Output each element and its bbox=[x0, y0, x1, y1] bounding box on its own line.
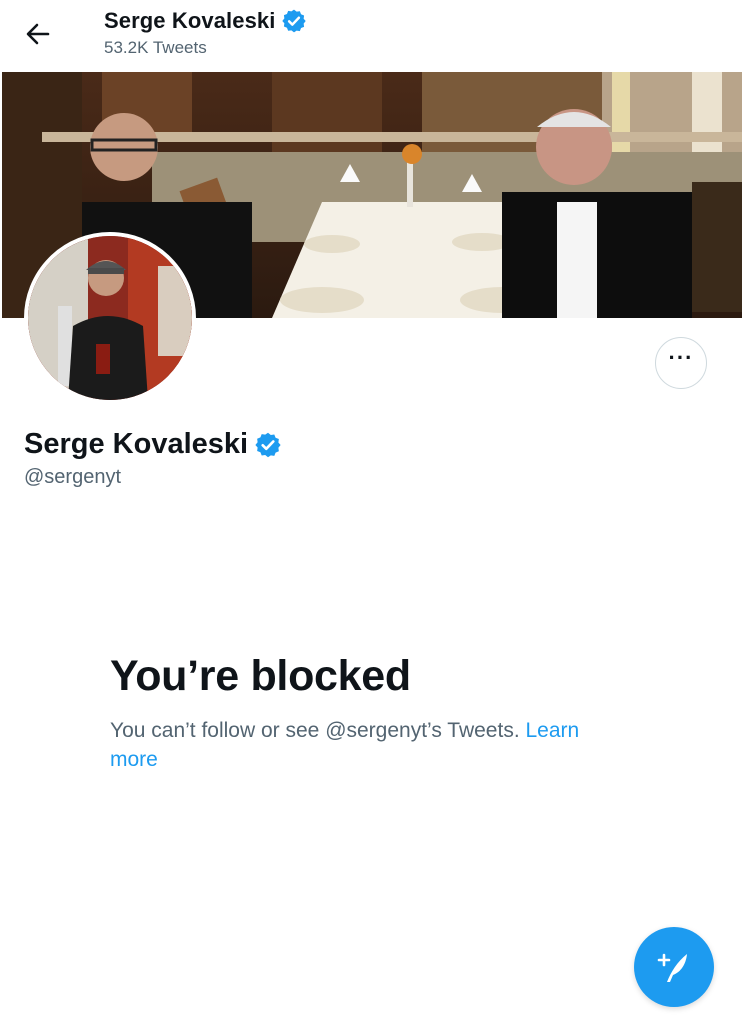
compose-tweet-button[interactable] bbox=[634, 927, 714, 1007]
verified-badge-icon bbox=[282, 9, 307, 33]
blocked-description: You can’t follow or see @sergenyt’s Twee… bbox=[110, 716, 610, 774]
more-options-icon: ··· bbox=[668, 345, 694, 370]
avatar-photo bbox=[28, 236, 192, 400]
blocked-title: You’re blocked bbox=[110, 652, 411, 700]
profile-name-row: Serge Kovaleski bbox=[24, 428, 282, 461]
compose-tweet-icon bbox=[657, 953, 687, 982]
more-options-button[interactable]: ··· bbox=[655, 337, 707, 389]
profile-avatar[interactable] bbox=[24, 232, 196, 404]
back-button[interactable] bbox=[18, 14, 58, 54]
header-name: Serge Kovaleski bbox=[104, 8, 276, 33]
profile-handle: @sergenyt bbox=[24, 466, 122, 488]
blocked-description-text: You can’t follow or see @sergenyt’s Twee… bbox=[110, 719, 520, 742]
top-header: Serge Kovaleski 53.2K Tweets bbox=[0, 0, 744, 72]
tweet-count: 53.2K Tweets bbox=[104, 38, 207, 57]
header-title-row: Serge Kovaleski bbox=[104, 6, 307, 36]
arrow-left-icon bbox=[26, 23, 50, 45]
verified-badge-icon bbox=[255, 432, 281, 457]
profile-name: Serge Kovaleski bbox=[24, 428, 249, 460]
